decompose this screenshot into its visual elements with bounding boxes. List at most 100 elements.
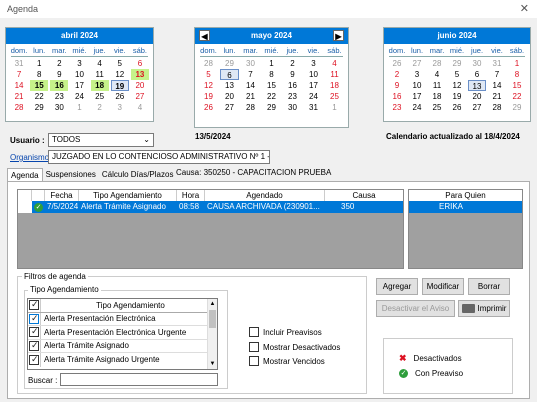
calendar-day[interactable]: 10 <box>408 80 426 91</box>
option-mostrar-vencidos[interactable]: Mostrar Vencidos <box>249 356 325 366</box>
calendar-day[interactable]: 20 <box>131 80 149 91</box>
calendar-may[interactable]: ◀ mayo 2024 ▶ dom. lun. mar. mié. jue. vie. sá… <box>194 27 349 128</box>
calendar-day[interactable]: 23 <box>388 102 406 113</box>
calendar-day[interactable]: 9 <box>388 80 406 91</box>
calendar-day[interactable]: 21 <box>241 91 260 102</box>
calendar-day[interactable]: 27 <box>408 58 426 69</box>
calendar-day[interactable]: 6 <box>131 58 149 69</box>
calendar-day[interactable]: 24 <box>70 91 88 102</box>
calendar-day[interactable]: 12 <box>111 69 129 80</box>
calendar-day[interactable]: 12 <box>199 80 218 91</box>
calendar-day[interactable]: 28 <box>428 58 446 69</box>
borrar-button[interactable]: Borrar <box>468 278 510 295</box>
para-quien-value[interactable]: ERIKA <box>409 201 522 213</box>
calendar-day[interactable]: 8 <box>508 69 526 80</box>
calendar-day[interactable]: 19 <box>110 80 129 91</box>
item-checkbox[interactable] <box>29 354 39 365</box>
item-checkbox[interactable] <box>29 340 39 351</box>
calendar-day[interactable]: 9 <box>50 69 68 80</box>
calendar-day[interactable]: 1 <box>262 58 281 69</box>
calendar-day[interactable]: 29 <box>30 102 48 113</box>
calendar-day[interactable]: 27 <box>220 102 239 113</box>
mostrar-desactivados-checkbox[interactable] <box>249 342 259 352</box>
calendar-day[interactable]: 16 <box>50 80 69 91</box>
scroll-up-icon[interactable]: ▲ <box>208 299 217 309</box>
tab-calculo-dias-plazos[interactable]: Cálculo Días/Plazos <box>99 168 177 181</box>
calendar-day[interactable]: 17 <box>70 80 88 91</box>
calendar-day[interactable]: 19 <box>448 91 466 102</box>
calendar-day[interactable]: 2 <box>283 58 302 69</box>
mostrar-vencidos-checkbox[interactable] <box>249 356 259 366</box>
calendar-day[interactable]: 14 <box>10 80 28 91</box>
item-checkbox[interactable] <box>29 313 39 324</box>
col-hora[interactable]: Hora <box>177 190 205 201</box>
calendar-day[interactable]: 28 <box>199 58 218 69</box>
buscar-input[interactable] <box>60 373 218 386</box>
calendar-day[interactable]: 7 <box>10 69 28 80</box>
calendar-day[interactable]: 23 <box>50 91 68 102</box>
col-agendado[interactable]: Agendado <box>205 190 325 201</box>
calendar-day[interactable]: 29 <box>262 102 281 113</box>
calendar-day[interactable]: 13 <box>468 80 486 91</box>
option-mostrar-desactivados[interactable]: Mostrar Desactivados <box>249 342 340 352</box>
incluir-preavisos-checkbox[interactable] <box>249 327 259 337</box>
col-causa[interactable]: Causa <box>325 190 403 201</box>
calendar-day[interactable]: 3 <box>70 58 88 69</box>
calendar-day[interactable]: 11 <box>91 69 109 80</box>
organismo-field[interactable]: JUZGADO EN LO CONTENCIOSO ADMINISTRATIVO… <box>48 150 270 164</box>
modificar-button[interactable]: Modificar <box>422 278 464 295</box>
calendar-may-grid[interactable]: 28 29 30 1 2 3 4 5 6 7 8 9 10 11 12 13 14 15 16 17 18 19 20 21 2… <box>195 57 348 114</box>
calendar-day[interactable]: 26 <box>448 102 466 113</box>
calendar-day[interactable]: 2 <box>50 58 68 69</box>
calendar-day[interactable]: 19 <box>199 91 218 102</box>
para-quien-table[interactable]: Para Quien ERIKA <box>408 189 523 269</box>
calendar-day[interactable]: 29 <box>220 58 239 69</box>
calendar-day[interactable]: 1 <box>508 58 526 69</box>
next-month-button[interactable]: ▶ <box>333 30 344 41</box>
calendar-june[interactable]: junio 2024 dom. lun. mar. mié. jue. vie. sáb. … <box>383 27 531 122</box>
imprimir-button[interactable]: Imprimir <box>458 300 510 317</box>
calendar-day[interactable]: 2 <box>388 69 406 80</box>
agenda-table[interactable]: Fecha Tipo Agendamiento Hora Agendado Ca… <box>17 189 404 269</box>
calendar-june-grid[interactable]: 26 27 28 29 30 31 1 2 3 4 5 6 7 8 9 10 11 12 13 14 15 16 17 18 1… <box>384 57 530 114</box>
col-tipo-agendamiento[interactable]: Tipo Agendamiento <box>79 190 177 201</box>
calendar-day[interactable]: 26 <box>111 91 129 102</box>
calendar-day[interactable]: 22 <box>30 91 48 102</box>
calendar-day[interactable]: 16 <box>388 91 406 102</box>
calendar-day[interactable]: 20 <box>468 91 486 102</box>
calendar-day[interactable]: 5 <box>111 58 129 69</box>
scroll-down-icon[interactable]: ▼ <box>208 359 217 369</box>
calendar-day[interactable]: 1 <box>325 102 344 113</box>
calendar-day[interactable]: 30 <box>468 58 486 69</box>
calendar-day[interactable]: 12 <box>448 80 466 91</box>
calendar-day[interactable]: 29 <box>508 102 526 113</box>
option-incluir-preavisos[interactable]: Incluir Preavisos <box>249 327 322 337</box>
calendar-day[interactable]: 30 <box>283 102 302 113</box>
calendar-day[interactable]: 15 <box>508 80 526 91</box>
calendar-day[interactable]: 22 <box>508 91 526 102</box>
scroll-thumb[interactable] <box>209 310 216 328</box>
calendar-day[interactable]: 18 <box>428 91 446 102</box>
calendar-day[interactable]: 20 <box>220 91 239 102</box>
calendar-day[interactable]: 16 <box>283 80 302 91</box>
tab-agenda[interactable]: Agenda <box>7 168 43 181</box>
calendar-day[interactable]: 6 <box>220 69 239 80</box>
calendar-day[interactable]: 26 <box>199 102 218 113</box>
calendar-day[interactable]: 6 <box>468 69 486 80</box>
calendar-day[interactable]: 15 <box>262 80 281 91</box>
tab-suspensiones[interactable]: Suspensiones <box>43 168 99 181</box>
close-icon[interactable]: ✕ <box>520 2 529 15</box>
calendar-day[interactable]: 25 <box>325 91 344 102</box>
prev-month-button[interactable]: ◀ <box>199 30 210 41</box>
calendar-day[interactable]: 28 <box>488 102 506 113</box>
calendar-day[interactable]: 25 <box>428 102 446 113</box>
calendar-day[interactable]: 3 <box>408 69 426 80</box>
calendar-day[interactable]: 28 <box>241 102 260 113</box>
calendar-day[interactable]: 18 <box>90 80 109 91</box>
table-row[interactable]: ✓ 7/5/2024 Alerta Trámite Asignado 08:58… <box>18 201 403 213</box>
calendar-day[interactable]: 14 <box>241 80 260 91</box>
desactivar-aviso-button[interactable]: Desactivar el Aviso <box>376 300 455 317</box>
calendar-day[interactable]: 24 <box>408 102 426 113</box>
calendar-day[interactable]: 31 <box>488 58 506 69</box>
calendar-day[interactable]: 7 <box>241 69 260 80</box>
